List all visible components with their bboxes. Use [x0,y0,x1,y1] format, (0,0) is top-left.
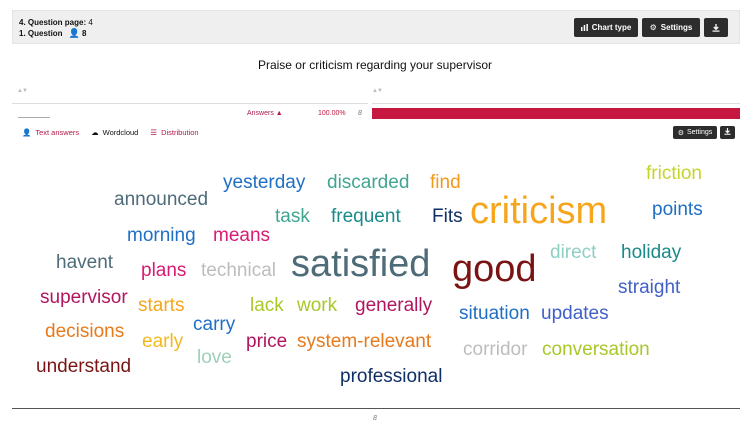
tab-label: Wordcloud [102,128,139,137]
wordcloud: friction yesterday discarded find announced c… [0,140,750,402]
wordcloud-word[interactable]: updates [541,304,609,323]
question-info: 4. Question page: 4 1. Question 👤 8 [19,17,93,39]
respondent-count: 8 [82,29,87,38]
wordcloud-word[interactable]: system-relevant [297,332,431,351]
wordcloud-word[interactable]: Fits [432,207,463,226]
bar-chart-icon [580,24,588,31]
wordcloud-word[interactable]: points [652,200,703,219]
divider [12,408,740,409]
chart-type-label: Chart type [591,23,632,32]
wordcloud-word[interactable]: starts [138,296,184,315]
chevron-up-icon: ▲ [275,110,283,117]
wordcloud-word[interactable]: holiday [621,243,681,262]
answers-count: 8 [358,110,362,117]
wordcloud-download-button[interactable] [720,126,735,139]
download-icon [712,23,720,32]
view-tabs: 👤 Text answers ☁ Wordcloud ☰ Distributio… [22,128,199,137]
wordcloud-word[interactable]: conversation [542,340,650,359]
wordcloud-word[interactable]: havent [56,253,113,272]
gear-icon: ⚙ [649,23,657,32]
answers-label: Answers [247,110,274,117]
chart-type-button[interactable]: Chart type [574,18,638,37]
wordcloud-word[interactable]: plans [141,261,186,280]
user-icon: 👤 [22,128,32,137]
cloud-icon: ☁ [91,128,99,137]
wordcloud-word[interactable]: discarded [327,173,409,192]
wordcloud-word[interactable]: decisions [45,322,124,341]
sort-arrows-icon[interactable]: ▲▼ [17,88,28,94]
wordcloud-word[interactable]: professional [340,367,442,386]
settings-label: Settings [660,23,693,32]
question-page-label: 4. Question page: [19,18,87,27]
download-icon [724,128,731,137]
tab-label: Text answers [35,128,80,137]
wordcloud-word[interactable]: morning [127,226,196,245]
wordcloud-word[interactable]: corridor [463,340,527,359]
divider [18,117,50,118]
list-icon: ☰ [150,128,158,137]
wordcloud-word[interactable]: find [430,173,461,192]
wordcloud-word[interactable]: frequent [331,207,401,226]
chart-title: Praise or criticism regarding your super… [257,58,493,72]
answers-bar [372,108,740,119]
question-toolbar: 4. Question page: 4 1. Question 👤 8 Chart… [12,10,740,44]
wordcloud-word[interactable]: announced [114,190,208,209]
tab-wordcloud[interactable]: ☁ Wordcloud [91,128,138,137]
wordcloud-settings-button[interactable]: ⚙ Settings [673,126,717,139]
wordcloud-word[interactable]: technical [201,261,276,280]
wordcloud-word[interactable]: direct [550,243,596,262]
divider [12,103,368,104]
wordcloud-word[interactable]: satisfied [291,245,430,283]
gear-icon: ⚙ [677,129,684,137]
tab-distribution[interactable]: ☰ Distribution [150,128,198,137]
wordcloud-word[interactable]: understand [36,357,131,376]
download-button[interactable] [704,18,728,37]
wordcloud-word[interactable]: good [452,250,537,288]
divider [372,103,740,104]
wordcloud-word[interactable]: friction [646,164,702,183]
wordcloud-word[interactable]: criticism [470,192,607,230]
answers-percent: 100.00% [318,110,346,117]
wordcloud-word[interactable]: love [197,348,232,367]
tab-label: Distribution [161,128,199,137]
wordcloud-word[interactable]: yesterday [223,173,305,192]
wordcloud-word[interactable]: supervisor [40,288,128,307]
wordcloud-word[interactable]: task [275,207,310,226]
wordcloud-word[interactable]: situation [459,304,530,323]
question-page-number: 4 [88,18,93,27]
settings-label: Settings [686,129,713,136]
tab-text-answers[interactable]: 👤 Text answers [22,128,79,137]
settings-button[interactable]: ⚙ Settings [642,18,700,37]
answers-toggle[interactable]: Answers ▲ [247,108,283,120]
wordcloud-word[interactable]: work [297,296,337,315]
wordcloud-word[interactable]: carry [193,315,235,334]
sort-arrows-icon[interactable]: ▲▼ [372,88,383,94]
total-count: 8 [373,415,377,422]
user-icon: 👤 [68,28,80,38]
wordcloud-word[interactable]: means [213,226,270,245]
wordcloud-word[interactable]: price [246,332,287,351]
wordcloud-word[interactable]: straight [618,278,680,297]
wordcloud-word[interactable]: generally [355,296,432,315]
wordcloud-word[interactable]: early [142,332,183,351]
wordcloud-word[interactable]: lack [250,296,284,315]
question-label: 1. Question [19,29,63,38]
